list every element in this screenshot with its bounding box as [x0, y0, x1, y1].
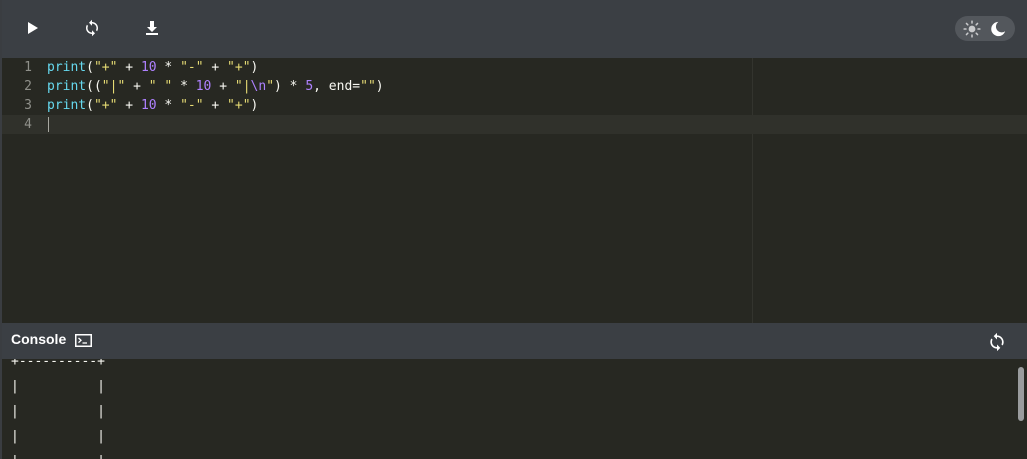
code-token: \n [250, 79, 267, 94]
code-token: 10 [140, 60, 157, 75]
code-token: * [172, 79, 196, 94]
code-line[interactable]: 1 print("+" + 10 * "-" + "+") [2, 58, 1027, 77]
code-token: "| [234, 79, 251, 94]
code-text: print("+" + 10 * "-" + "+") [47, 96, 258, 115]
code-token: ( [86, 98, 94, 113]
code-token: + [203, 60, 228, 75]
code-line[interactable]: 2 print(("|" + " " * 10 + "|\n") * 5, end… [2, 77, 1027, 96]
download-button[interactable] [141, 17, 163, 39]
code-token: "|" [101, 79, 126, 94]
code-token: "+" [227, 98, 251, 113]
line-number: 2 [24, 79, 32, 94]
code-token: * [156, 98, 181, 113]
code-token: print [47, 60, 87, 75]
code-token: + [211, 79, 235, 94]
code-token: "-" [180, 60, 204, 75]
code-token: "+" [93, 98, 118, 113]
console-reset-button[interactable] [987, 332, 1007, 352]
theme-toggle[interactable] [955, 16, 1015, 41]
code-line[interactable]: 3 print("+" + 10 * "-" + "+") [2, 96, 1027, 115]
code-token: print [47, 98, 87, 113]
code-token: 10 [195, 79, 212, 94]
terminal-icon [75, 334, 92, 347]
code-editor[interactable]: 1 print("+" + 10 * "-" + "+") 2 print(("|" … [2, 58, 1027, 323]
code-token: "+" [227, 60, 251, 75]
code-token: 10 [140, 98, 157, 113]
code-token: + [117, 60, 141, 75]
code-token: " [266, 79, 275, 94]
code-token: " " [148, 79, 173, 94]
line-number: 3 [24, 98, 32, 113]
console-title: Console [11, 331, 67, 347]
refresh-icon [990, 332, 1004, 352]
code-token: ) * [274, 79, 306, 94]
console-output-panel: +----------+ | | | | | | | | [2, 359, 1027, 459]
console-header: Console [2, 323, 1027, 359]
code-token: "-" [180, 98, 204, 113]
reset-button[interactable] [81, 17, 103, 39]
code-token: + [125, 79, 149, 94]
code-token: + [203, 98, 228, 113]
code-token: "" [360, 79, 376, 94]
code-token: ) [250, 60, 259, 75]
code-token: + [117, 98, 141, 113]
text-cursor [48, 117, 49, 132]
code-text: print(("|" + " " * 10 + "|\n") * 5, end=… [47, 77, 384, 96]
code-token: "+" [93, 60, 118, 75]
play-icon [28, 22, 38, 34]
run-button[interactable] [21, 17, 43, 39]
code-token: (( [86, 79, 102, 94]
line-number: 4 [24, 117, 32, 132]
code-token: print [47, 79, 87, 94]
download-icon [146, 21, 158, 35]
line-number: 1 [24, 60, 32, 75]
console-scrollbar[interactable] [1018, 367, 1024, 421]
code-text: print("+" + 10 * "-" + "+") [47, 58, 258, 77]
code-token: 5 [305, 79, 314, 94]
code-line[interactable]: 4 [2, 115, 1027, 134]
toolbar [2, 0, 1027, 58]
code-token: , end= [313, 79, 361, 94]
code-token: * [156, 60, 181, 75]
refresh-icon [86, 19, 98, 37]
code-runner-app: 1 print("+" + 10 * "-" + "+") 2 print(("|" … [0, 0, 1027, 459]
sun-icon [963, 19, 981, 38]
code-token: ) [250, 98, 259, 113]
code-token: ( [86, 60, 94, 75]
moon-icon [991, 21, 1006, 36]
code-token: ) [375, 79, 384, 94]
console-output: +----------+ | | | | | | | | [11, 359, 105, 459]
